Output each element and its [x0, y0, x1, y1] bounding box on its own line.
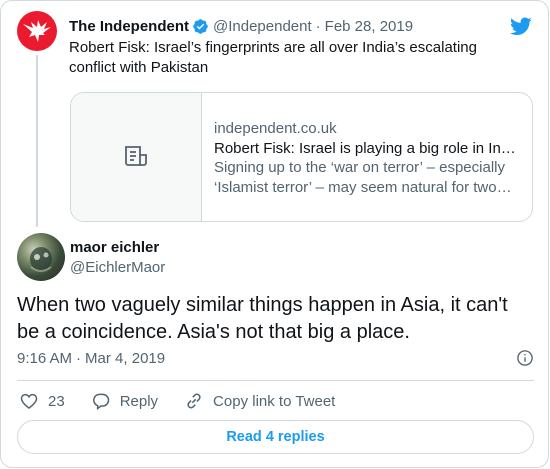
independent-logo-avatar[interactable]	[17, 11, 57, 51]
info-icon[interactable]	[516, 349, 534, 367]
parent-tweet-date[interactable]: Feb 28, 2019	[325, 18, 413, 35]
reply-author-names: maor eichler @EichlerMaor	[70, 238, 165, 281]
reply-bubble-icon	[92, 393, 109, 410]
reply-button[interactable]: Reply	[91, 391, 158, 411]
read-replies-button[interactable]: Read 4 replies	[17, 420, 534, 454]
reply-tweet-text: When two vaguely similar things happen i…	[17, 294, 508, 343]
reply-author-name[interactable]: maor eichler	[70, 238, 165, 258]
tweet-timestamp-row: 9:16 AM · Mar 4, 2019	[17, 349, 534, 367]
thread-connector-line	[36, 55, 38, 227]
reply-label: Reply	[119, 392, 159, 410]
verified-badge-icon	[192, 18, 209, 35]
parent-tweet-text: Robert Fisk: Israel’s fingerprints are a…	[69, 39, 477, 76]
reply-author-avatar[interactable]	[17, 233, 65, 281]
heart-icon	[20, 393, 38, 410]
reply-author-block: maor eichler @EichlerMaor	[17, 233, 165, 281]
like-button[interactable]: 23	[19, 391, 65, 411]
link-icon	[187, 393, 201, 409]
parent-tweet[interactable]: The Independent @Independent · Feb 28, 2…	[1, 1, 548, 231]
like-count: 23	[48, 392, 65, 410]
bird-icon[interactable]	[510, 15, 532, 37]
copy-link-button[interactable]: Copy link to Tweet	[184, 391, 335, 411]
tweet-time[interactable]: 9:16 AM	[17, 350, 72, 367]
link-card-body: independent.co.uk Robert Fisk: Israel is…	[202, 93, 532, 221]
link-card-title: Robert Fisk: Israel is playing a big rol…	[214, 139, 520, 157]
parent-tweet-header: The Independent @Independent · Feb 28, 2…	[69, 16, 413, 36]
actions-divider	[17, 380, 534, 381]
link-card-domain: independent.co.uk	[214, 120, 337, 137]
article-icon	[125, 146, 147, 166]
eagle-logo-icon	[23, 20, 51, 42]
tweet-actions-bar: 23 Reply Copy link to Tweet	[19, 391, 361, 411]
parent-author-name[interactable]: The Independent	[69, 18, 189, 35]
timestamp-separator: ·	[76, 349, 82, 367]
link-card-description: Signing up to the ‘war on terror’ – espe…	[214, 159, 505, 196]
link-preview-card[interactable]: independent.co.uk Robert Fisk: Israel is…	[70, 92, 533, 222]
copy-link-label: Copy link to Tweet	[213, 392, 336, 410]
embedded-tweet-card: The Independent @Independent · Feb 28, 2…	[0, 0, 549, 468]
reply-author-handle[interactable]: @EichlerMaor	[70, 258, 165, 278]
header-separator: ·	[315, 17, 321, 35]
parent-author-handle[interactable]: @Independent	[213, 18, 312, 35]
link-card-thumbnail	[71, 93, 202, 221]
tweet-date[interactable]: Mar 4, 2019	[85, 350, 165, 367]
